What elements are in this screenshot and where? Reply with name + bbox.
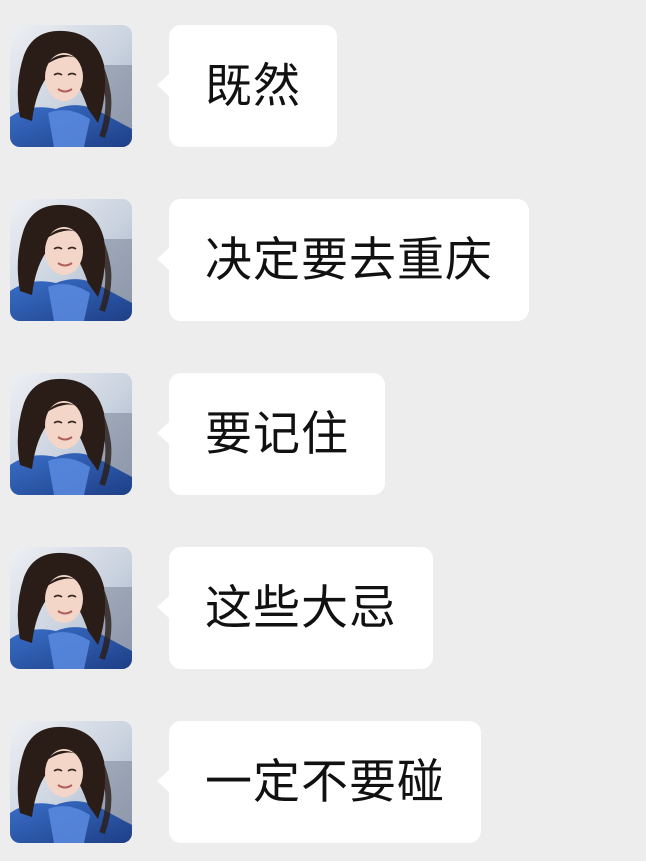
chat-message: 要记住 xyxy=(0,373,646,497)
message-text: 这些大忌 xyxy=(205,580,397,636)
message-bubble[interactable]: 一定不要碰 xyxy=(157,721,481,843)
message-bubble[interactable]: 决定要去重庆 xyxy=(157,199,529,321)
message-text: 要记住 xyxy=(205,406,349,462)
message-bubble[interactable]: 这些大忌 xyxy=(157,547,433,669)
chat-message: 既然 xyxy=(0,25,646,149)
message-bubble[interactable]: 既然 xyxy=(157,25,337,147)
message-text: 既然 xyxy=(205,58,301,114)
chat-message: 这些大忌 xyxy=(0,547,646,671)
chat-message-list: 既然 决定要去重庆 要记住 这些大忌 一定不要碰 xyxy=(0,0,646,861)
contact-avatar[interactable] xyxy=(10,547,132,669)
contact-avatar[interactable] xyxy=(10,199,132,321)
contact-avatar[interactable] xyxy=(10,373,132,495)
message-text: 决定要去重庆 xyxy=(205,232,493,288)
chat-message: 决定要去重庆 xyxy=(0,199,646,323)
chat-message: 一定不要碰 xyxy=(0,721,646,845)
message-bubble[interactable]: 要记住 xyxy=(157,373,385,495)
contact-avatar[interactable] xyxy=(10,25,132,147)
message-text: 一定不要碰 xyxy=(205,754,445,810)
contact-avatar[interactable] xyxy=(10,721,132,843)
